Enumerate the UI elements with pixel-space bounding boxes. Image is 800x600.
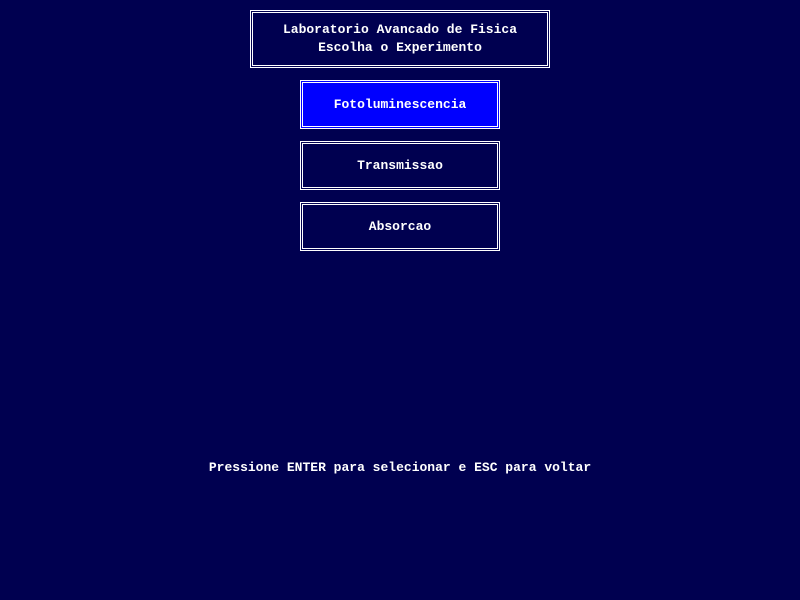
menu-item-label: Transmissao — [357, 158, 443, 173]
header-title-line2: Escolha o Experimento — [257, 39, 543, 57]
menu-item-label: Absorcao — [369, 219, 431, 234]
menu-item-fotoluminescencia[interactable]: Fotoluminescencia — [300, 80, 500, 129]
header-box: Laboratorio Avancado de Fisica Escolha o… — [250, 10, 550, 68]
menu-item-absorcao[interactable]: Absorcao — [300, 202, 500, 251]
menu-item-label: Fotoluminescencia — [334, 97, 467, 112]
menu-item-transmissao[interactable]: Transmissao — [300, 141, 500, 190]
menu-container: Fotoluminescencia Transmissao Absorcao — [300, 80, 500, 263]
header-title-line1: Laboratorio Avancado de Fisica — [257, 21, 543, 39]
footer-hint: Pressione ENTER para selecionar e ESC pa… — [0, 460, 800, 475]
